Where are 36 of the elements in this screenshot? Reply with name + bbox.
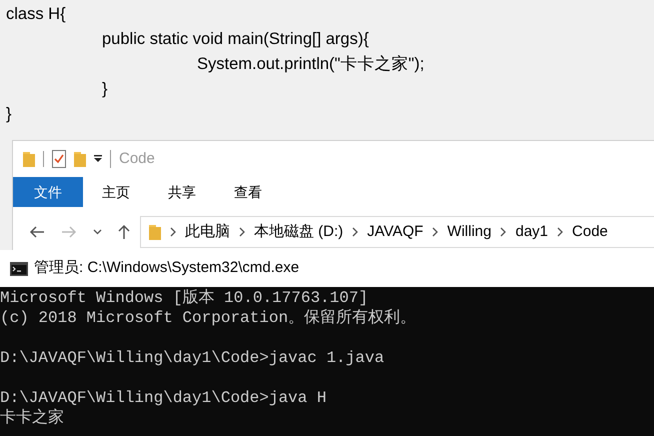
- ribbon-tab[interactable]: 共享: [149, 177, 215, 207]
- window-title: Code: [119, 148, 155, 169]
- up-arrow-icon[interactable]: [118, 224, 130, 240]
- chevron-right-icon[interactable]: [557, 227, 564, 237]
- chevron-right-icon[interactable]: [500, 227, 506, 237]
- folder-icon: [149, 224, 161, 240]
- chevron-down-icon[interactable]: [93, 229, 102, 235]
- breadcrumb-item[interactable]: 本地磁盘 (D:): [254, 220, 344, 244]
- chevron-right-icon[interactable]: [352, 227, 358, 237]
- ribbon-tab[interactable]: 查看: [215, 177, 281, 207]
- dropdown-icon[interactable]: [94, 155, 102, 163]
- ribbon-tab[interactable]: 主页: [83, 177, 149, 207]
- code-line: class H{: [6, 5, 66, 23]
- code-line: public static void main(String[] args){: [102, 30, 369, 48]
- checkmark-document-icon[interactable]: [52, 150, 66, 168]
- chevron-right-icon[interactable]: [239, 227, 245, 237]
- console-line: D:\JAVAQF\Willing\day1\Code>javac 1.java: [0, 349, 384, 367]
- console-line: 卡卡之家: [0, 409, 64, 427]
- chevron-right-icon[interactable]: [432, 227, 438, 237]
- code-line: }: [6, 105, 12, 123]
- code-line: }: [102, 80, 108, 98]
- address-bar[interactable]: 此电脑 本地磁盘 (D:) JAVAQF Willing day1 Code: [140, 216, 654, 248]
- back-arrow-icon[interactable]: [29, 226, 45, 238]
- console-line: (c) 2018 Microsoft Corporation。保留所有权利。: [0, 309, 416, 327]
- breadcrumb-item[interactable]: Code: [572, 220, 608, 244]
- console-line: D:\JAVAQF\Willing\day1\Code>java H: [0, 389, 326, 407]
- breadcrumb-item[interactable]: day1: [515, 220, 548, 244]
- ribbon-tab[interactable]: 文件: [13, 177, 83, 207]
- breadcrumb-item[interactable]: 此电脑: [185, 220, 230, 244]
- code-line: System.out.println("卡卡之家");: [197, 55, 424, 73]
- console-icon: [10, 262, 28, 276]
- chevron-right-icon[interactable]: [170, 227, 176, 237]
- breadcrumb-item[interactable]: Willing: [447, 220, 492, 244]
- breadcrumb-item[interactable]: JAVAQF: [367, 220, 424, 244]
- window-title: 管理员: C:\Windows\System32\cmd.exe: [34, 258, 300, 278]
- console-line: Microsoft Windows [版本 10.0.17763.107]: [0, 289, 368, 307]
